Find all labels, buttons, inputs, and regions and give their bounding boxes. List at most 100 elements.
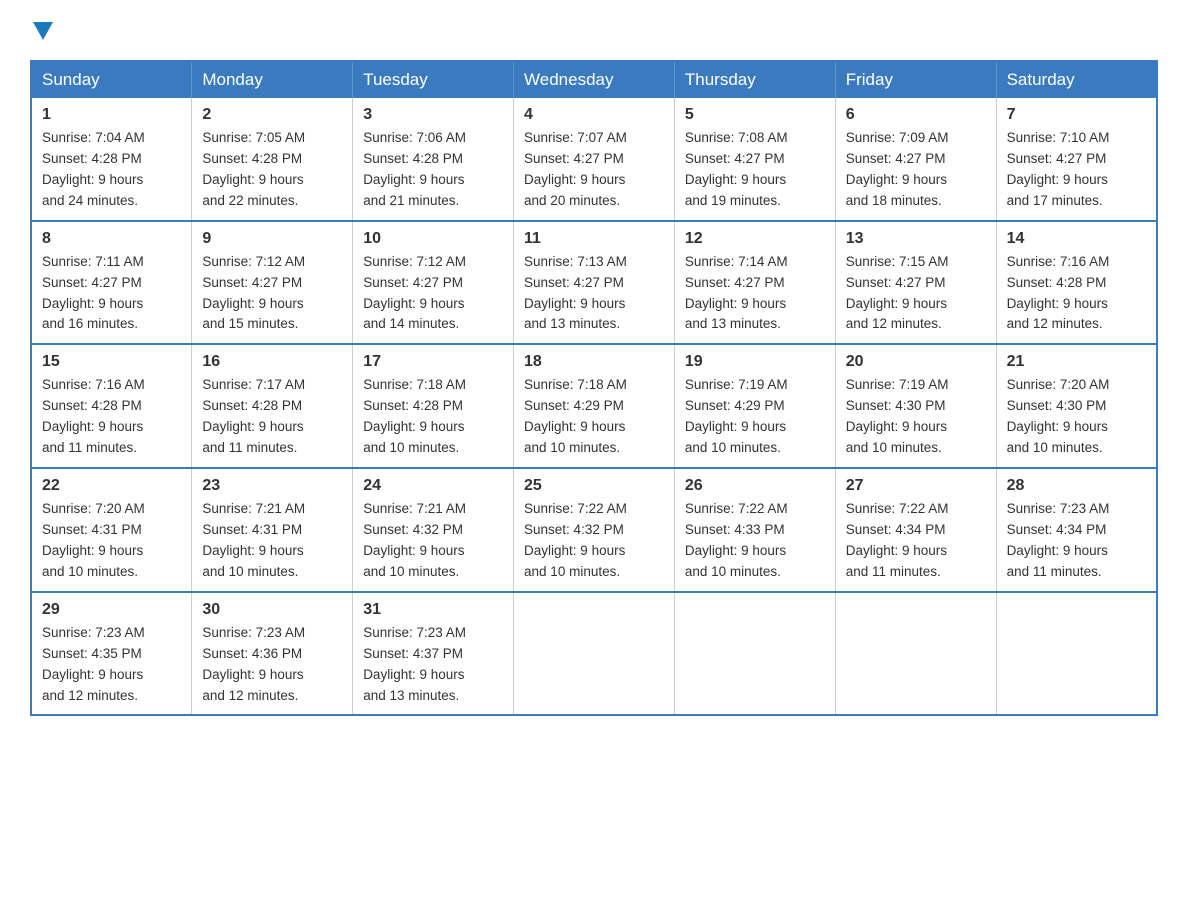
calendar-cell: 22 Sunrise: 7:20 AMSunset: 4:31 PMDaylig… [31, 468, 192, 592]
calendar-cell: 12 Sunrise: 7:14 AMSunset: 4:27 PMDaylig… [674, 221, 835, 345]
day-info: Sunrise: 7:08 AMSunset: 4:27 PMDaylight:… [685, 128, 825, 212]
day-info: Sunrise: 7:04 AMSunset: 4:28 PMDaylight:… [42, 128, 181, 212]
calendar-week-row: 15 Sunrise: 7:16 AMSunset: 4:28 PMDaylig… [31, 344, 1157, 468]
logo [30, 20, 53, 40]
calendar-cell: 29 Sunrise: 7:23 AMSunset: 4:35 PMDaylig… [31, 592, 192, 716]
calendar-cell: 26 Sunrise: 7:22 AMSunset: 4:33 PMDaylig… [674, 468, 835, 592]
calendar-week-row: 1 Sunrise: 7:04 AMSunset: 4:28 PMDayligh… [31, 98, 1157, 221]
day-number: 19 [685, 353, 825, 371]
day-info: Sunrise: 7:06 AMSunset: 4:28 PMDaylight:… [363, 128, 503, 212]
day-number: 28 [1007, 477, 1146, 495]
day-info: Sunrise: 7:16 AMSunset: 4:28 PMDaylight:… [1007, 252, 1146, 336]
day-info: Sunrise: 7:22 AMSunset: 4:33 PMDaylight:… [685, 499, 825, 583]
calendar-cell: 25 Sunrise: 7:22 AMSunset: 4:32 PMDaylig… [514, 468, 675, 592]
day-info: Sunrise: 7:07 AMSunset: 4:27 PMDaylight:… [524, 128, 664, 212]
calendar-table: SundayMondayTuesdayWednesdayThursdayFrid… [30, 60, 1158, 716]
day-info: Sunrise: 7:23 AMSunset: 4:36 PMDaylight:… [202, 623, 342, 707]
calendar-cell: 9 Sunrise: 7:12 AMSunset: 4:27 PMDayligh… [192, 221, 353, 345]
day-info: Sunrise: 7:16 AMSunset: 4:28 PMDaylight:… [42, 375, 181, 459]
calendar-week-row: 29 Sunrise: 7:23 AMSunset: 4:35 PMDaylig… [31, 592, 1157, 716]
day-number: 26 [685, 477, 825, 495]
calendar-cell: 16 Sunrise: 7:17 AMSunset: 4:28 PMDaylig… [192, 344, 353, 468]
day-number: 18 [524, 353, 664, 371]
calendar-cell: 13 Sunrise: 7:15 AMSunset: 4:27 PMDaylig… [835, 221, 996, 345]
day-number: 4 [524, 106, 664, 124]
calendar-cell: 11 Sunrise: 7:13 AMSunset: 4:27 PMDaylig… [514, 221, 675, 345]
header-thursday: Thursday [674, 61, 835, 98]
calendar-cell: 6 Sunrise: 7:09 AMSunset: 4:27 PMDayligh… [835, 98, 996, 221]
day-number: 5 [685, 106, 825, 124]
calendar-cell: 7 Sunrise: 7:10 AMSunset: 4:27 PMDayligh… [996, 98, 1157, 221]
day-info: Sunrise: 7:21 AMSunset: 4:31 PMDaylight:… [202, 499, 342, 583]
calendar-cell: 19 Sunrise: 7:19 AMSunset: 4:29 PMDaylig… [674, 344, 835, 468]
day-info: Sunrise: 7:13 AMSunset: 4:27 PMDaylight:… [524, 252, 664, 336]
day-info: Sunrise: 7:20 AMSunset: 4:31 PMDaylight:… [42, 499, 181, 583]
page-header [30, 20, 1158, 40]
day-info: Sunrise: 7:12 AMSunset: 4:27 PMDaylight:… [202, 252, 342, 336]
day-number: 7 [1007, 106, 1146, 124]
day-number: 9 [202, 230, 342, 248]
day-info: Sunrise: 7:23 AMSunset: 4:37 PMDaylight:… [363, 623, 503, 707]
calendar-cell: 28 Sunrise: 7:23 AMSunset: 4:34 PMDaylig… [996, 468, 1157, 592]
day-info: Sunrise: 7:05 AMSunset: 4:28 PMDaylight:… [202, 128, 342, 212]
day-info: Sunrise: 7:18 AMSunset: 4:29 PMDaylight:… [524, 375, 664, 459]
calendar-cell: 2 Sunrise: 7:05 AMSunset: 4:28 PMDayligh… [192, 98, 353, 221]
day-number: 25 [524, 477, 664, 495]
day-info: Sunrise: 7:18 AMSunset: 4:28 PMDaylight:… [363, 375, 503, 459]
day-info: Sunrise: 7:10 AMSunset: 4:27 PMDaylight:… [1007, 128, 1146, 212]
calendar-week-row: 22 Sunrise: 7:20 AMSunset: 4:31 PMDaylig… [31, 468, 1157, 592]
header-tuesday: Tuesday [353, 61, 514, 98]
header-wednesday: Wednesday [514, 61, 675, 98]
calendar-cell: 18 Sunrise: 7:18 AMSunset: 4:29 PMDaylig… [514, 344, 675, 468]
calendar-cell: 23 Sunrise: 7:21 AMSunset: 4:31 PMDaylig… [192, 468, 353, 592]
calendar-cell: 30 Sunrise: 7:23 AMSunset: 4:36 PMDaylig… [192, 592, 353, 716]
day-number: 24 [363, 477, 503, 495]
day-number: 10 [363, 230, 503, 248]
calendar-cell: 4 Sunrise: 7:07 AMSunset: 4:27 PMDayligh… [514, 98, 675, 221]
day-number: 30 [202, 601, 342, 619]
day-info: Sunrise: 7:19 AMSunset: 4:30 PMDaylight:… [846, 375, 986, 459]
day-info: Sunrise: 7:17 AMSunset: 4:28 PMDaylight:… [202, 375, 342, 459]
day-info: Sunrise: 7:11 AMSunset: 4:27 PMDaylight:… [42, 252, 181, 336]
calendar-cell [514, 592, 675, 716]
calendar-cell: 31 Sunrise: 7:23 AMSunset: 4:37 PMDaylig… [353, 592, 514, 716]
day-info: Sunrise: 7:15 AMSunset: 4:27 PMDaylight:… [846, 252, 986, 336]
day-number: 31 [363, 601, 503, 619]
day-number: 20 [846, 353, 986, 371]
calendar-cell: 3 Sunrise: 7:06 AMSunset: 4:28 PMDayligh… [353, 98, 514, 221]
calendar-cell: 14 Sunrise: 7:16 AMSunset: 4:28 PMDaylig… [996, 221, 1157, 345]
calendar-cell: 24 Sunrise: 7:21 AMSunset: 4:32 PMDaylig… [353, 468, 514, 592]
calendar-cell [674, 592, 835, 716]
day-number: 14 [1007, 230, 1146, 248]
calendar-cell: 27 Sunrise: 7:22 AMSunset: 4:34 PMDaylig… [835, 468, 996, 592]
day-number: 1 [42, 106, 181, 124]
day-number: 16 [202, 353, 342, 371]
calendar-week-row: 8 Sunrise: 7:11 AMSunset: 4:27 PMDayligh… [31, 221, 1157, 345]
day-number: 3 [363, 106, 503, 124]
day-number: 29 [42, 601, 181, 619]
calendar-header-row: SundayMondayTuesdayWednesdayThursdayFrid… [31, 61, 1157, 98]
day-number: 15 [42, 353, 181, 371]
header-sunday: Sunday [31, 61, 192, 98]
day-info: Sunrise: 7:21 AMSunset: 4:32 PMDaylight:… [363, 499, 503, 583]
day-info: Sunrise: 7:09 AMSunset: 4:27 PMDaylight:… [846, 128, 986, 212]
day-number: 6 [846, 106, 986, 124]
day-info: Sunrise: 7:23 AMSunset: 4:34 PMDaylight:… [1007, 499, 1146, 583]
calendar-cell: 10 Sunrise: 7:12 AMSunset: 4:27 PMDaylig… [353, 221, 514, 345]
day-number: 11 [524, 230, 664, 248]
header-friday: Friday [835, 61, 996, 98]
calendar-cell [835, 592, 996, 716]
day-number: 2 [202, 106, 342, 124]
calendar-cell: 5 Sunrise: 7:08 AMSunset: 4:27 PMDayligh… [674, 98, 835, 221]
day-number: 22 [42, 477, 181, 495]
calendar-cell: 15 Sunrise: 7:16 AMSunset: 4:28 PMDaylig… [31, 344, 192, 468]
calendar-cell: 17 Sunrise: 7:18 AMSunset: 4:28 PMDaylig… [353, 344, 514, 468]
day-info: Sunrise: 7:22 AMSunset: 4:32 PMDaylight:… [524, 499, 664, 583]
day-number: 8 [42, 230, 181, 248]
day-number: 27 [846, 477, 986, 495]
calendar-cell: 21 Sunrise: 7:20 AMSunset: 4:30 PMDaylig… [996, 344, 1157, 468]
day-info: Sunrise: 7:14 AMSunset: 4:27 PMDaylight:… [685, 252, 825, 336]
header-saturday: Saturday [996, 61, 1157, 98]
day-info: Sunrise: 7:23 AMSunset: 4:35 PMDaylight:… [42, 623, 181, 707]
day-info: Sunrise: 7:12 AMSunset: 4:27 PMDaylight:… [363, 252, 503, 336]
